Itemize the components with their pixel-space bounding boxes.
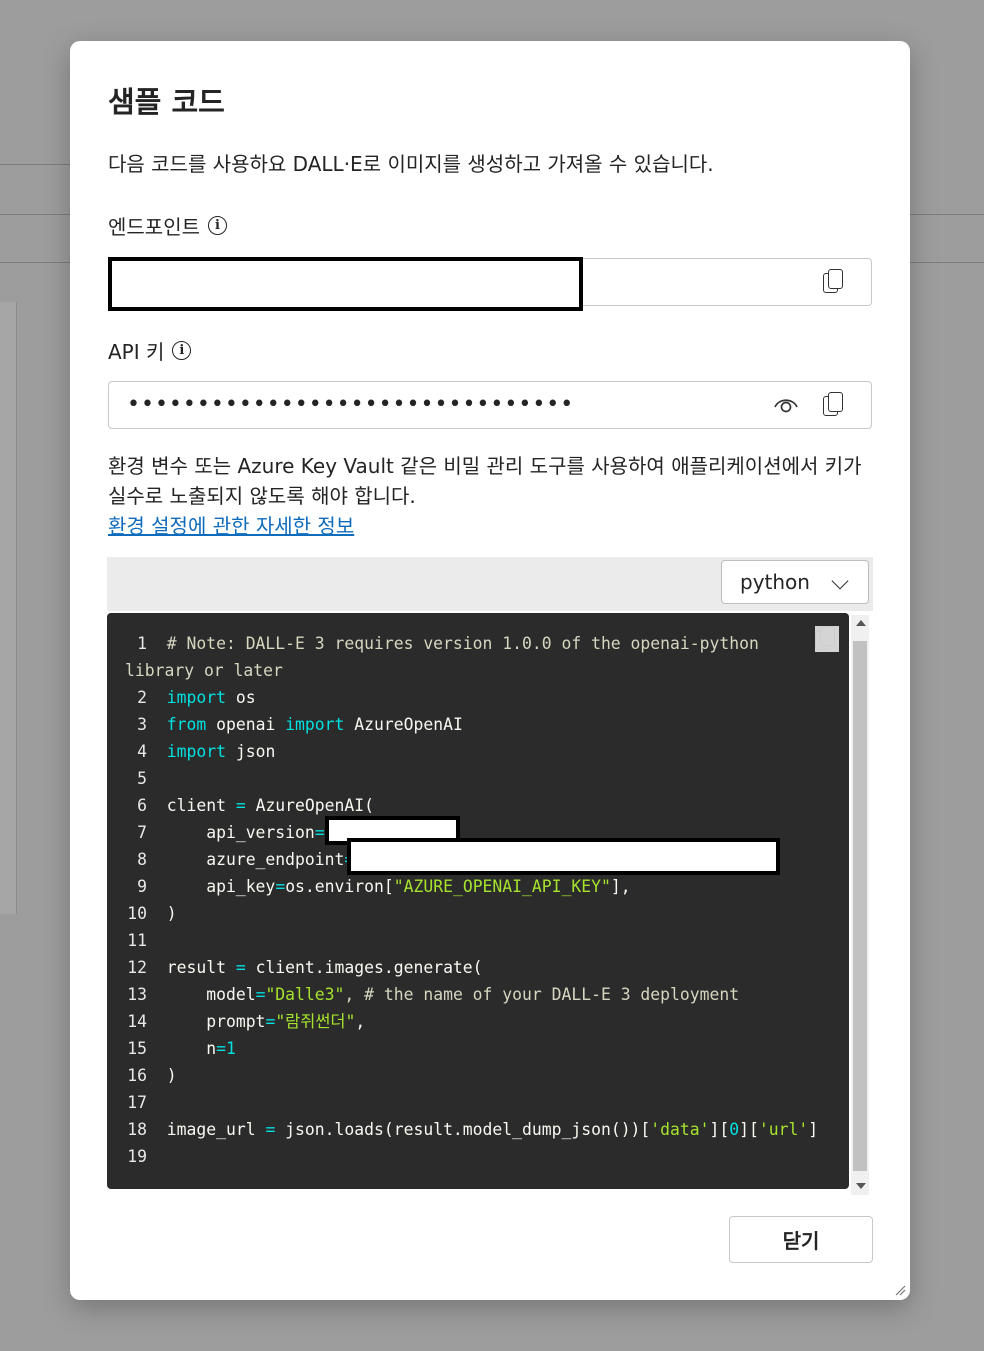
- redacted-endpoint-value: [108, 257, 583, 311]
- info-icon[interactable]: i: [172, 341, 192, 360]
- sample-code-dialog: 샘플 코드 다음 코드를 사용하요 DALL·E로 이미지를 생성하고 가져올 …: [70, 41, 910, 1300]
- dialog-description: 다음 코드를 사용하요 DALL·E로 이미지를 생성하고 가져올 수 있습니다…: [108, 152, 714, 176]
- endpoint-label: 엔드포인트: [108, 215, 200, 239]
- copy-icon[interactable]: [823, 269, 847, 295]
- scroll-down-arrow-icon[interactable]: [856, 1183, 866, 1189]
- background-divider: [0, 164, 70, 165]
- api-key-field[interactable]: ••••••••••••••••••••••••••••••••: [108, 381, 872, 429]
- api-key-label-row: API 키 i: [108, 336, 192, 365]
- language-select-value: python: [740, 570, 810, 594]
- background-panel: [0, 302, 17, 914]
- background-divider: [910, 214, 984, 215]
- code-text: 1 # Note: DALL-E 3 requires version 1.0.…: [125, 634, 819, 1166]
- scroll-up-arrow-icon[interactable]: [856, 620, 866, 626]
- chevron-down-icon: [831, 572, 849, 590]
- code-toolbar: python: [107, 557, 873, 611]
- resize-grip-icon[interactable]: [894, 1284, 906, 1296]
- language-select[interactable]: python: [721, 560, 869, 604]
- code-scrollbar-thumb[interactable]: [853, 641, 867, 1171]
- api-key-label: API 키: [108, 340, 165, 364]
- dialog-title: 샘플 코드: [108, 85, 225, 119]
- background-divider: [0, 262, 70, 263]
- endpoint-label-row: 엔드포인트 i: [108, 211, 227, 240]
- copy-icon[interactable]: [815, 626, 839, 652]
- api-key-masked-value: ••••••••••••••••••••••••••••••••: [127, 392, 575, 417]
- close-button[interactable]: 닫기: [729, 1216, 873, 1263]
- info-icon[interactable]: i: [208, 216, 227, 235]
- code-block[interactable]: 1 # Note: DALL-E 3 requires version 1.0.…: [107, 613, 849, 1189]
- background-divider: [910, 262, 984, 263]
- security-warning: 환경 변수 또는 Azure Key Vault 같은 비밀 관리 도구를 사용…: [108, 454, 862, 508]
- background-divider: [0, 214, 70, 215]
- endpoint-field[interactable]: [108, 257, 872, 311]
- environment-setup-link[interactable]: 환경 설정에 관한 자세한 정보: [108, 511, 354, 541]
- copy-icon[interactable]: [823, 392, 847, 418]
- eye-icon[interactable]: [773, 395, 799, 415]
- redacted-azure-endpoint: [347, 838, 780, 875]
